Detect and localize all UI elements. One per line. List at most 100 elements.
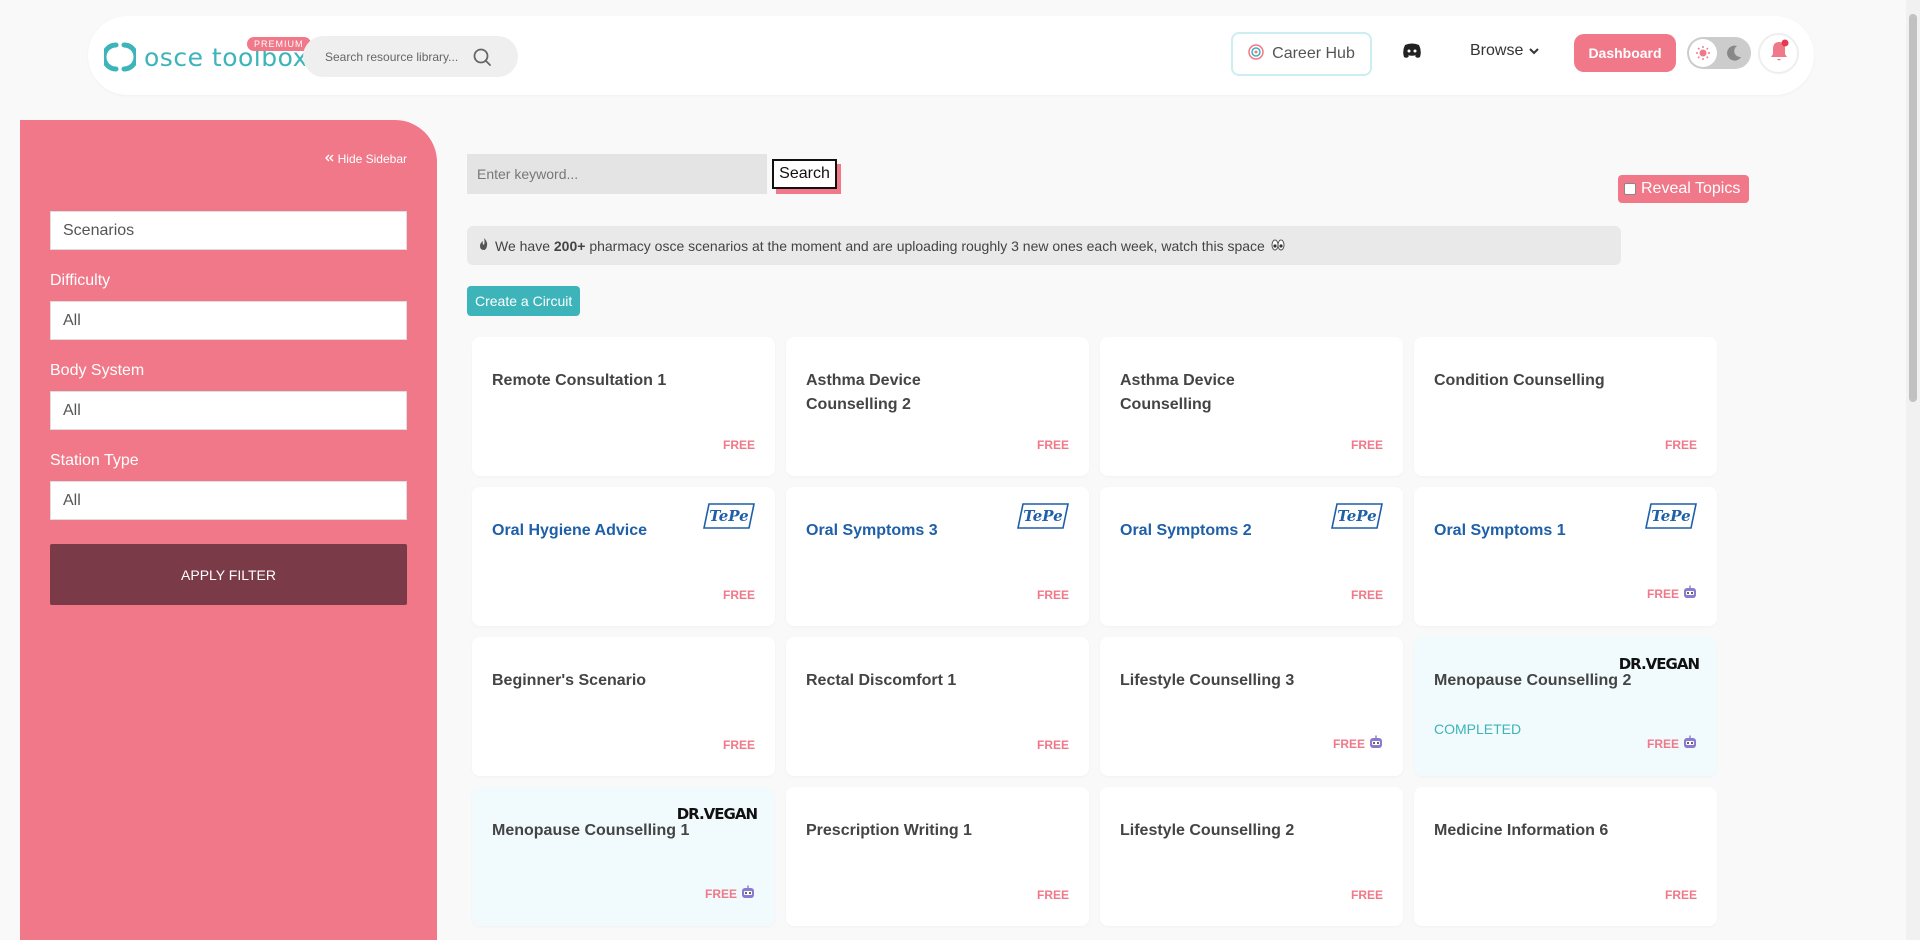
scenario-card[interactable]: Menopause Counselling 1 DR.VEGAN FREE [472,787,775,926]
difficulty-label: Difficulty [50,272,111,289]
scenario-card[interactable]: Oral Symptoms 2 TePe FREE [1100,487,1403,626]
hide-sidebar-button[interactable]: Hide Sidebar [324,152,407,166]
premium-badge: PREMIUM [247,37,311,51]
svg-text:TePe: TePe [1023,507,1062,525]
free-badge: FREE [1037,888,1069,902]
free-badge: FREE [1037,438,1069,452]
scenario-card[interactable]: Remote Consultation 1 FREE [472,337,775,476]
free-label: FREE [1350,588,1383,602]
free-label: FREE [1036,738,1069,752]
scenario-card[interactable]: Prescription Writing 1 FREE [786,787,1089,926]
reveal-topics-toggle[interactable]: Reveal Topics [1618,175,1750,203]
career-hub-button[interactable]: Career Hub [1231,32,1372,76]
drvegan-logo: DR.VEGAN [1618,655,1700,673]
station-type-select[interactable]: All [50,481,407,520]
scenario-card[interactable]: Asthma Device Counselling FREE [1100,337,1403,476]
scenario-title[interactable]: Asthma Device Counselling 2 [806,369,1016,417]
free-badge: FREE [1037,738,1069,752]
body-system-select[interactable]: All [50,391,407,430]
resource-search-input[interactable] [325,49,475,64]
free-badge: FREE [1351,438,1383,452]
free-label: FREE [1332,736,1365,751]
apply-filter-button[interactable]: APPLY FILTER [50,544,407,605]
svg-text:TePe: TePe [709,507,748,525]
scenario-title[interactable]: Lifestyle Counselling 3 [1120,669,1330,693]
free-badge: FREE [1665,888,1697,902]
browse-menu[interactable]: Browse [1470,42,1540,60]
scenario-title[interactable]: Oral Symptoms 1 [1434,519,1644,543]
keyword-input[interactable] [467,154,767,194]
free-badge: FREE [723,738,755,752]
scenario-title[interactable]: Asthma Device Counselling [1120,369,1330,417]
robot-icon [1369,735,1383,752]
scenario-title[interactable]: Condition Counselling [1434,369,1644,393]
category-select[interactable]: Scenarios [50,211,407,250]
search-button[interactable]: Search [772,159,837,189]
tepe-logo: TePe [1331,503,1383,534]
create-circuit-button[interactable]: Create a Circuit [467,286,581,316]
moon-icon [1725,44,1743,67]
free-label: FREE [1036,438,1069,452]
free-label: FREE [1646,586,1679,601]
robot-icon [1683,585,1697,602]
scenario-card[interactable]: Oral Symptoms 1 TePe FREE [1414,487,1717,626]
scenario-title[interactable]: Menopause Counselling 2 [1434,669,1644,693]
scenario-card[interactable]: Lifestyle Counselling 3 FREE [1100,637,1403,776]
free-label: FREE [704,886,737,901]
free-badge: FREE [723,588,755,602]
info-text-post: pharmacy osce scenarios at the moment an… [585,237,1265,254]
scenario-title[interactable]: Oral Symptoms 2 [1120,519,1330,543]
browse-label: Browse [1470,42,1524,59]
page-scrollbar[interactable] [1906,0,1920,940]
scenario-title[interactable]: Remote Consultation 1 [492,369,702,393]
eyes-icon [1271,238,1285,254]
tepe-logo: TePe [1017,503,1069,534]
discord-icon[interactable] [1402,43,1422,64]
free-badge: FREE [723,438,755,452]
free-label: FREE [722,588,755,602]
robot-icon [1683,735,1697,752]
top-navbar: osce toolbox PREMIUM Career Hub Browse D… [88,16,1814,95]
career-hub-label: Career Hub [1272,45,1355,62]
scenario-title[interactable]: Oral Hygiene Advice [492,519,702,543]
scenario-title[interactable]: Menopause Counselling 1 [492,819,702,843]
theme-toggle[interactable] [1687,37,1751,69]
tepe-logo: TePe [1645,503,1697,534]
free-badge: FREE [1665,438,1697,452]
scenario-title[interactable]: Prescription Writing 1 [806,819,1016,843]
free-label: FREE [722,438,755,452]
scenario-card[interactable]: Oral Symptoms 3 TePe FREE [786,487,1089,626]
scenario-card[interactable]: Beginner's Scenario FREE [472,637,775,776]
scenario-card[interactable]: Oral Hygiene Advice TePe FREE [472,487,775,626]
reveal-topics-checkbox[interactable] [1624,183,1636,195]
resource-search [303,36,518,77]
scenario-card[interactable]: Rectal Discomfort 1 FREE [786,637,1089,776]
scenario-title[interactable]: Medicine Information 6 [1434,819,1644,843]
scenario-card[interactable]: Lifestyle Counselling 2 FREE [1100,787,1403,926]
scenario-card[interactable]: Condition Counselling FREE [1414,337,1717,476]
free-label: FREE [1664,438,1697,452]
logo[interactable]: osce toolbox PREMIUM [101,37,311,74]
scenario-card[interactable]: Asthma Device Counselling 2 FREE [786,337,1089,476]
bell-icon [1768,39,1790,68]
scenario-card[interactable]: Menopause Counselling 2 DR.VEGAN COMPLETED… [1414,637,1717,776]
station-type-label: Station Type [50,452,139,469]
scenario-title[interactable]: Oral Symptoms 3 [806,519,1016,543]
search-icon[interactable] [472,47,492,72]
free-label: FREE [1350,888,1383,902]
difficulty-select[interactable]: All [50,301,407,340]
scenario-card[interactable]: Medicine Information 6 FREE [1414,787,1717,926]
scenario-title[interactable]: Rectal Discomfort 1 [806,669,1016,693]
free-badge: FREE [1333,735,1383,752]
scrollbar-thumb[interactable] [1909,14,1917,402]
free-label: FREE [1646,736,1679,751]
notifications-button[interactable] [1758,33,1799,74]
free-label: FREE [1664,888,1697,902]
free-badge: FREE [1037,588,1069,602]
free-label: FREE [1350,438,1383,452]
dashboard-button[interactable]: Dashboard [1574,34,1676,72]
scenario-title[interactable]: Lifestyle Counselling 2 [1120,819,1330,843]
target-icon [1248,43,1264,65]
hide-sidebar-label: Hide Sidebar [337,152,407,166]
scenario-title[interactable]: Beginner's Scenario [492,669,702,693]
